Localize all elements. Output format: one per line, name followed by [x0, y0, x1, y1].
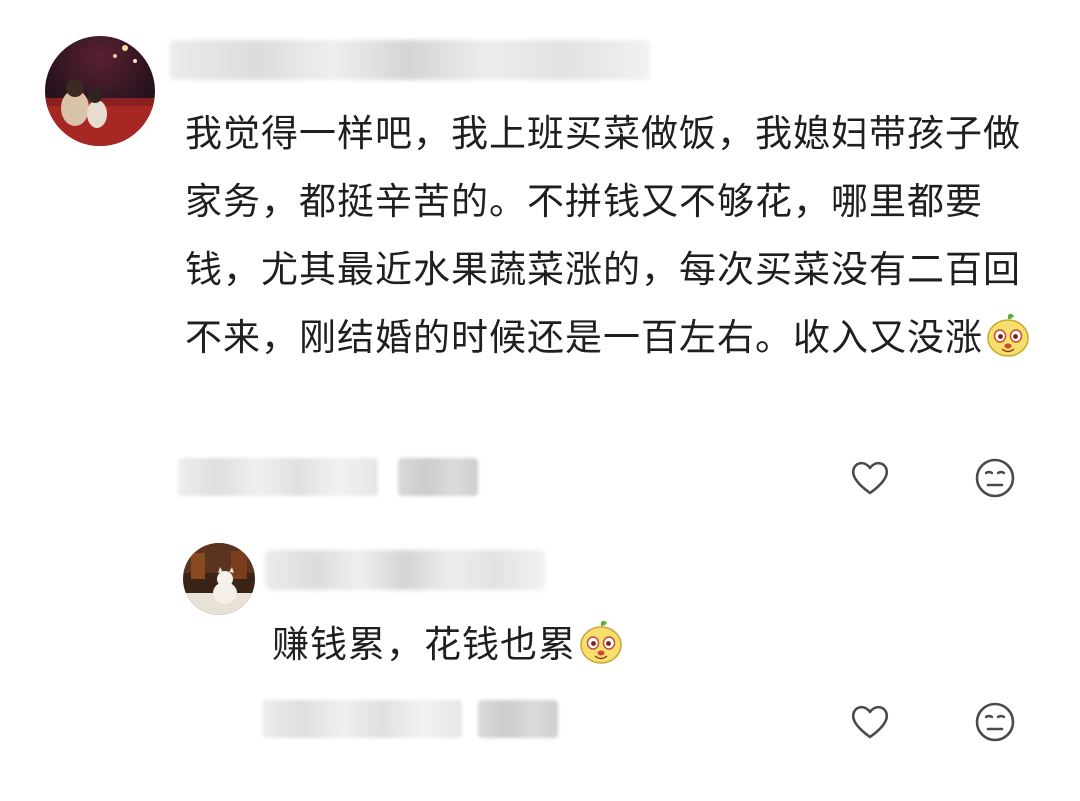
comment-meta-blurred [178, 458, 378, 496]
author-name-blurred[interactable] [170, 40, 650, 80]
reply-link-blurred[interactable] [398, 458, 478, 496]
neutral-face-icon[interactable] [973, 700, 1017, 744]
cute-dog-emoji-icon [578, 619, 624, 665]
comment-body: 我觉得一样吧，我上班买菜做饭，我媳妇带孩子做家务，都挺辛苦的。不拼钱又不够花，哪… [185, 112, 1021, 359]
reply-avatar[interactable] [183, 543, 255, 615]
comment-text: 我觉得一样吧，我上班买菜做饭，我媳妇带孩子做家务，都挺辛苦的。不拼钱又不够花，哪… [185, 100, 1035, 372]
heart-icon[interactable] [848, 700, 892, 744]
reply-body: 赚钱累，花钱也累 [272, 623, 576, 666]
cute-dog-emoji-icon [985, 312, 1031, 358]
reply-text: 赚钱累，花钱也累 [272, 611, 872, 679]
heart-icon[interactable] [848, 456, 892, 500]
avatar[interactable] [45, 36, 155, 146]
reply-meta-blurred [262, 700, 462, 738]
comment-thread: 我觉得一样吧，我上班买菜做饭，我媳妇带孩子做家务，都挺辛苦的。不拼钱又不够花，哪… [0, 0, 1080, 801]
neutral-face-icon[interactable] [973, 456, 1017, 500]
reply-author-name-blurred[interactable] [265, 550, 545, 590]
reply-reply-link-blurred[interactable] [478, 700, 558, 738]
